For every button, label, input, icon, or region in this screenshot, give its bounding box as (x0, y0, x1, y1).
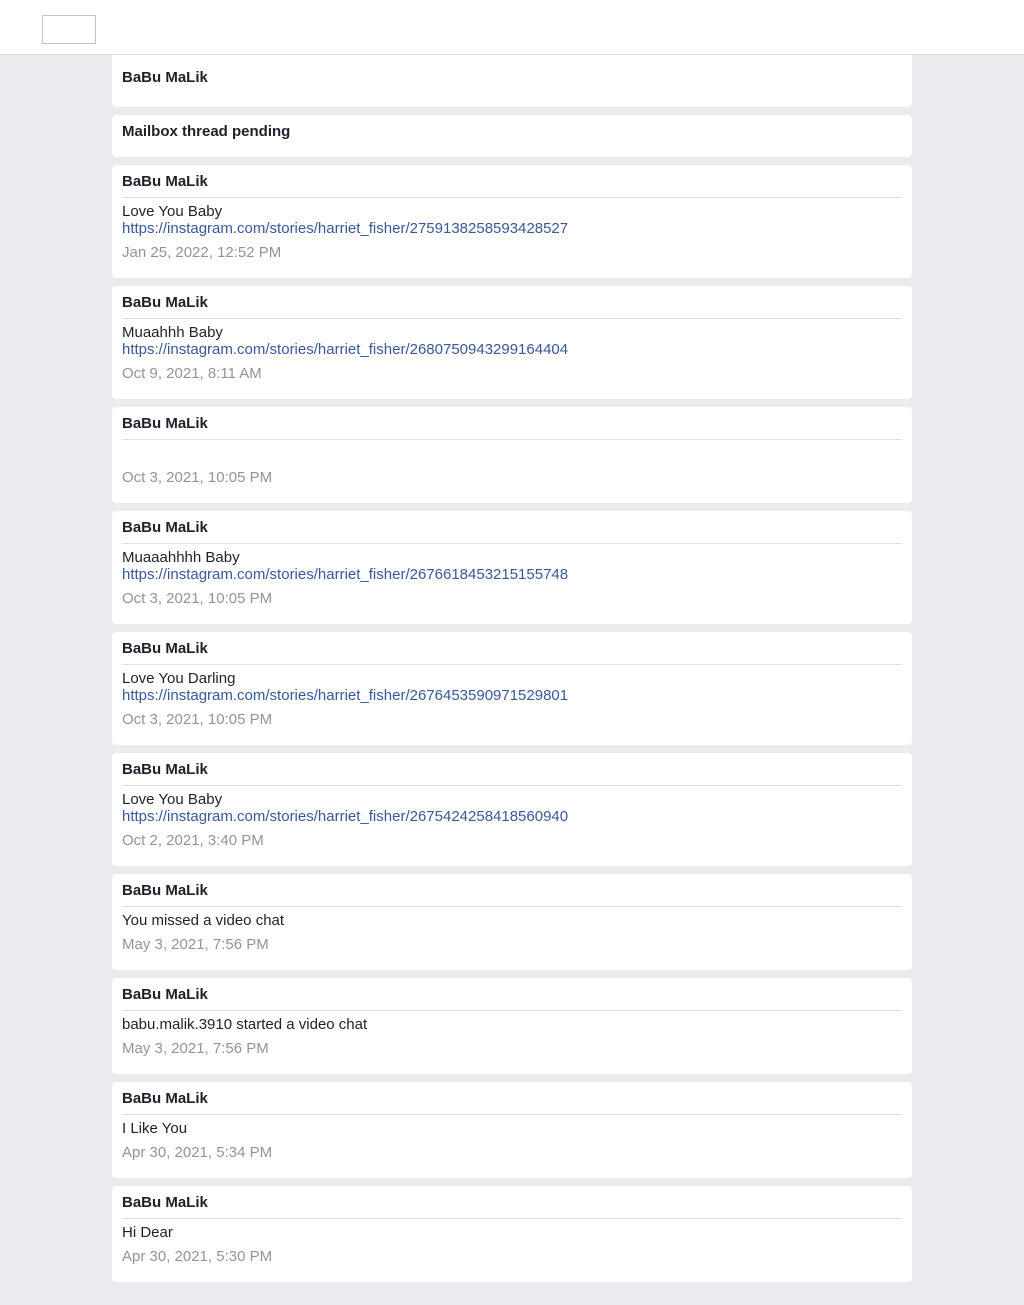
message-timestamp: Apr 30, 2021, 5:34 PM (122, 1144, 273, 1161)
message-timestamp: Oct 3, 2021, 10:05 PM (122, 469, 273, 486)
message-item: BaBu MaLik You missed a video chat May 3… (112, 874, 912, 970)
notice-text: Mailbox thread pending (122, 123, 291, 140)
message-text: Muaahhh Baby (122, 324, 223, 341)
message-sender: BaBu MaLik (122, 1090, 208, 1107)
message-divider (122, 439, 902, 440)
top-bar (0, 0, 1024, 55)
message-divider (122, 318, 902, 319)
message-text: Love You Darling (122, 670, 236, 687)
message-timestamp: Oct 9, 2021, 8:11 AM (122, 365, 262, 382)
thread-title: BaBu MaLik (122, 69, 208, 86)
message-body: Muaahhh Baby https://instagram.com/stori… (122, 324, 902, 358)
message-text: Muaaahhhh Baby (122, 549, 240, 566)
message-sender: BaBu MaLik (122, 882, 208, 899)
message-body: Love You Baby https://instagram.com/stor… (122, 203, 902, 237)
message-divider (122, 1218, 902, 1219)
message-item: BaBu MaLik Muaahhh Baby https://instagra… (112, 286, 912, 399)
message-sender: BaBu MaLik (122, 415, 208, 432)
message-divider (122, 543, 902, 544)
message-text: Love You Baby (122, 791, 223, 808)
message-timestamp: May 3, 2021, 7:56 PM (122, 1040, 269, 1057)
message-body: You missed a video chat (122, 912, 902, 929)
message-sender: BaBu MaLik (122, 761, 208, 778)
message-item: BaBu MaLik Oct 3, 2021, 10:05 PM (112, 407, 912, 503)
message-body: Hi Dear (122, 1224, 902, 1241)
thread-header: BaBu MaLik (112, 55, 912, 107)
message-link[interactable]: https://instagram.com/stories/harriet_fi… (122, 341, 902, 358)
message-item: BaBu MaLik Love You Baby https://instagr… (112, 753, 912, 866)
message-text: You missed a video chat (122, 912, 285, 929)
message-link[interactable]: https://instagram.com/stories/harriet_fi… (122, 687, 902, 704)
message-timestamp: Apr 30, 2021, 5:30 PM (122, 1248, 273, 1265)
message-text: I Like You (122, 1120, 188, 1137)
message-item: BaBu MaLik I Like You Apr 30, 2021, 5:34… (112, 1082, 912, 1178)
message-sender: BaBu MaLik (122, 1194, 208, 1211)
message-item: BaBu MaLik Hi Dear Apr 30, 2021, 5:30 PM (112, 1186, 912, 1282)
message-text (122, 445, 902, 462)
message-timestamp: Oct 3, 2021, 10:05 PM (122, 711, 273, 728)
thread-notice: Mailbox thread pending (112, 115, 912, 157)
message-divider (122, 906, 902, 907)
message-text: Love You Baby (122, 203, 223, 220)
message-item: BaBu MaLik babu.malik.3910 started a vid… (112, 978, 912, 1074)
message-sender: BaBu MaLik (122, 986, 208, 1003)
message-link[interactable]: https://instagram.com/stories/harriet_fi… (122, 808, 902, 825)
message-body: I Like You (122, 1120, 902, 1137)
message-sender: BaBu MaLik (122, 294, 208, 311)
message-timestamp: May 3, 2021, 7:56 PM (122, 936, 269, 953)
message-body: Love You Darling https://instagram.com/s… (122, 670, 902, 704)
message-link[interactable]: https://instagram.com/stories/harriet_fi… (122, 220, 902, 237)
message-text: babu.malik.3910 started a video chat (122, 1016, 368, 1033)
message-sender: BaBu MaLik (122, 640, 208, 657)
message-divider (122, 1010, 902, 1011)
message-body (122, 445, 902, 462)
message-body: Muaaahhhh Baby https://instagram.com/sto… (122, 549, 902, 583)
message-body: babu.malik.3910 started a video chat (122, 1016, 902, 1033)
message-divider (122, 1114, 902, 1115)
message-divider (122, 785, 902, 786)
message-link[interactable]: https://instagram.com/stories/harriet_fi… (122, 566, 902, 583)
message-timestamp: Oct 3, 2021, 10:05 PM (122, 590, 273, 607)
message-sender: BaBu MaLik (122, 519, 208, 536)
message-divider (122, 664, 902, 665)
message-item: BaBu MaLik Love You Baby https://instagr… (112, 165, 912, 278)
message-item: BaBu MaLik Muaaahhhh Baby https://instag… (112, 511, 912, 624)
logo-placeholder-icon[interactable] (42, 15, 96, 44)
message-divider (122, 197, 902, 198)
message-text: Hi Dear (122, 1224, 173, 1241)
message-body: Love You Baby https://instagram.com/stor… (122, 791, 902, 825)
message-item: BaBu MaLik Love You Darling https://inst… (112, 632, 912, 745)
message-timestamp: Oct 2, 2021, 3:40 PM (122, 832, 264, 849)
message-timestamp: Jan 25, 2022, 12:52 PM (122, 244, 282, 261)
message-sender: BaBu MaLik (122, 173, 208, 190)
